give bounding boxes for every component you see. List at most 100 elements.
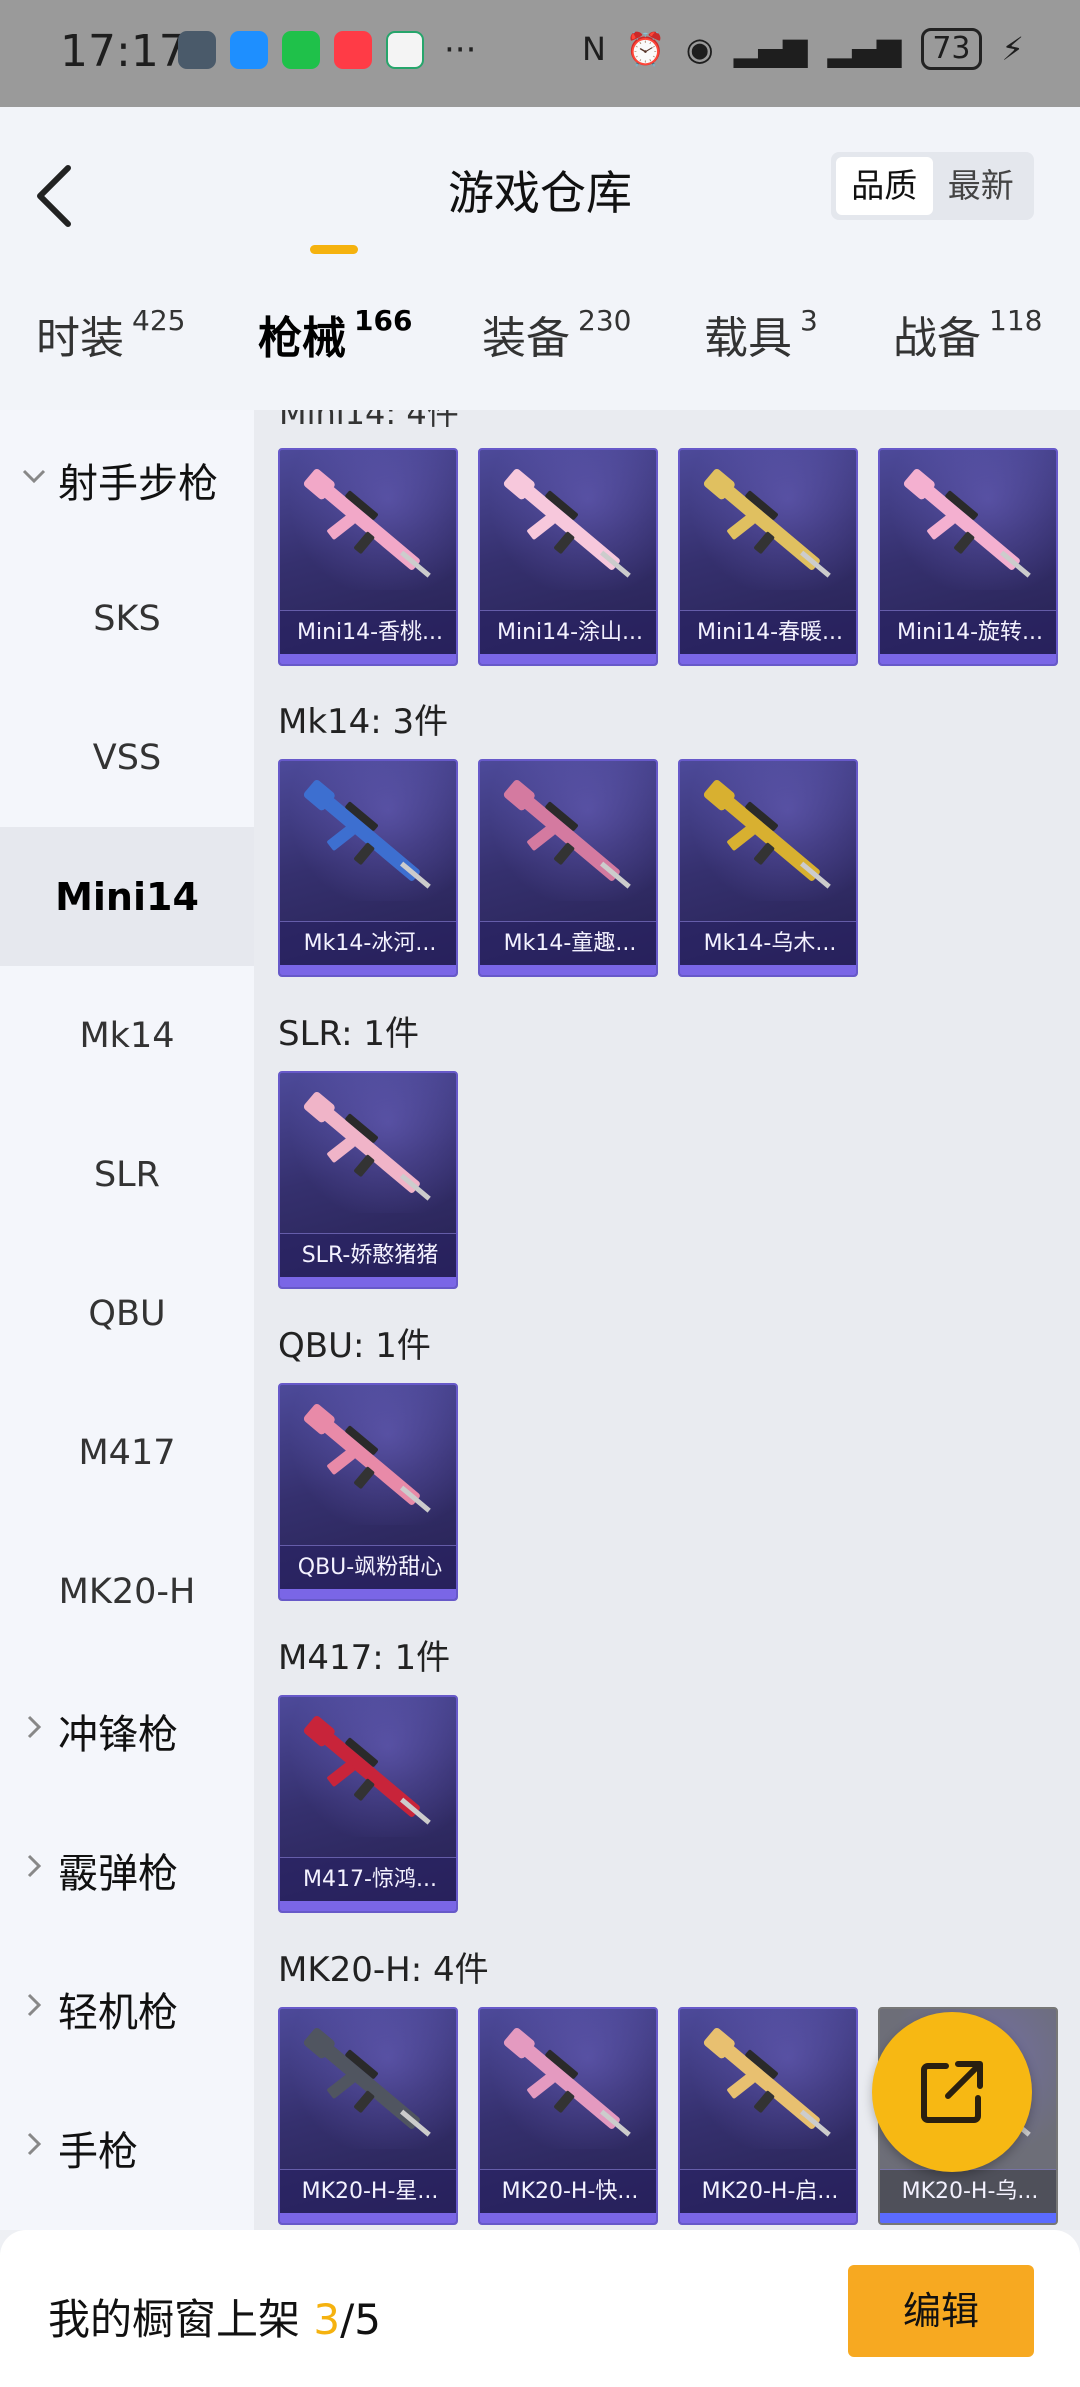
tab-count: 230 [578, 304, 632, 337]
weapon-skin-name: MK20-H-乌... [880, 2169, 1056, 2213]
sidebar-group-shotgun[interactable]: 霰弹枪 [0, 1800, 254, 1939]
weapon-skin-name: Mini14-香桃... [280, 610, 456, 654]
showcase-bar: 我的橱窗上架 3/5 编辑 [0, 2230, 1080, 2387]
tab-equipment[interactable]: 装备 230 [482, 302, 631, 366]
sidebar-group-label: 射手步枪 [58, 460, 218, 507]
weapon-skin-card[interactable]: Mini14-香桃... [278, 448, 458, 666]
signal-icon-2: ▂▄▆ [827, 30, 902, 68]
tab-count: 166 [354, 304, 413, 337]
tab-fashion[interactable]: 时装 425 [36, 302, 185, 366]
quality-bar [480, 2213, 656, 2223]
weapon-skin-card[interactable]: Mk14-冰河... [278, 759, 458, 977]
status-time: 17:17 [60, 26, 187, 77]
tab-vehicles[interactable]: 载具 3 [704, 302, 818, 366]
weapon-type-sidebar: 射手步枪 SKS VSS Mini14 Mk14 SLR QBU M417 MK… [0, 410, 254, 2230]
sidebar-group-label: 冲锋枪 [58, 1711, 178, 1758]
showcase-label: 我的橱窗上架 [48, 2295, 314, 2344]
signal-icon: ▂▄▆ [733, 30, 808, 68]
weapon-image [703, 2028, 831, 2137]
quality-bar [480, 965, 656, 975]
sidebar-group-pistol[interactable]: 手枪 [0, 2078, 254, 2217]
alarm-icon: ⏰ [625, 30, 666, 68]
tab-label: 枪械 [258, 313, 346, 364]
share-button[interactable] [872, 2012, 1032, 2172]
weapon-image [503, 469, 631, 578]
tab-label: 时装 [36, 313, 124, 364]
sidebar-item-qbu[interactable]: QBU [0, 1244, 254, 1383]
red-app-icon [334, 31, 372, 69]
chevron-right-icon [27, 1715, 42, 1739]
showcase-status: 我的橱窗上架 3/5 [48, 2286, 381, 2347]
showcase-total-count: /5 [340, 2295, 381, 2344]
section-title-partial: Mini14: 4件 [279, 410, 459, 432]
showcase-used-count: 3 [313, 2295, 341, 2344]
weapon-skin-card[interactable]: Mini14-旋转... [878, 448, 1058, 666]
battery-indicator: 73 [921, 28, 982, 70]
weapon-skin-name: Mk14-童趣... [480, 921, 656, 965]
sidebar-group-marksman-rifles[interactable]: 射手步枪 [0, 410, 254, 549]
weapon-skin-card[interactable]: QBU-飒粉甜心 [278, 1383, 458, 1601]
weapon-skin-card[interactable]: MK20-H-快... [478, 2007, 658, 2225]
chevron-down-icon [22, 469, 46, 484]
quality-bar [680, 2213, 856, 2223]
weapon-image [703, 469, 831, 578]
section-title: Mk14: 3件 [278, 702, 449, 742]
chevron-right-icon [27, 1993, 42, 2017]
wifi-icon: ◉ [685, 30, 714, 68]
weapon-skin-card[interactable]: Mk14-乌木... [678, 759, 858, 977]
weapon-image [303, 469, 431, 578]
sort-toggle[interactable]: 品质 最新 [831, 152, 1034, 220]
weapon-image [303, 1716, 431, 1825]
tab-count: 118 [989, 304, 1043, 337]
tab-label: 装备 [482, 313, 570, 364]
sidebar-item-m417[interactable]: M417 [0, 1383, 254, 1522]
weapon-skin-card[interactable]: M417-惊鸿... [278, 1695, 458, 1913]
sort-newest-button[interactable]: 最新 [933, 157, 1030, 215]
weapon-skin-name: Mini14-春暖... [680, 610, 856, 654]
quality-bar [680, 965, 856, 975]
weapon-image [903, 469, 1031, 578]
share-external-icon [921, 2061, 983, 2123]
nfc-icon: N [581, 30, 606, 68]
sidebar-item-vss[interactable]: VSS [0, 688, 254, 827]
tab-supplies[interactable]: 战备 118 [893, 302, 1042, 366]
sidebar-item-mk20h[interactable]: MK20-H [0, 1522, 254, 1661]
sidebar-group-label: 霰弹枪 [58, 1850, 178, 1897]
weapon-skin-name: M417-惊鸿... [280, 1857, 456, 1901]
tab-guns[interactable]: 枪械 166 [258, 302, 412, 366]
sidebar-group-label: 轻机枪 [58, 1989, 178, 2036]
mobile-carrier-icon [386, 31, 424, 69]
weapon-skin-card[interactable]: SLR-娇憨猪猪 [278, 1071, 458, 1289]
weapon-skin-card[interactable]: MK20-H-星... [278, 2007, 458, 2225]
quality-bar [280, 1589, 456, 1599]
weapon-image [303, 1404, 431, 1513]
sidebar-item-sks[interactable]: SKS [0, 549, 254, 688]
weapon-skin-card[interactable]: Mk14-童趣... [478, 759, 658, 977]
quality-bar [280, 2213, 456, 2223]
quality-bar [280, 965, 456, 975]
sidebar-group-lmg[interactable]: 轻机枪 [0, 1939, 254, 2078]
weapon-skin-card[interactable]: MK20-H-启... [678, 2007, 858, 2225]
sidebar-group-smg[interactable]: 冲锋枪 [0, 1661, 254, 1800]
weapon-skin-card[interactable]: Mini14-春暖... [678, 448, 858, 666]
quality-bar [280, 1901, 456, 1911]
category-tabs: 时装 425 枪械 166 装备 230 载具 3 战备 118 [0, 302, 1080, 402]
charging-icon: ⚡ [1001, 30, 1024, 68]
sort-quality-button[interactable]: 品质 [836, 157, 933, 215]
weapon-skin-name: Mini14-旋转... [880, 610, 1056, 654]
weapon-skin-card[interactable]: Mini14-涂山... [478, 448, 658, 666]
sidebar-item-mk14[interactable]: Mk14 [0, 966, 254, 1105]
weapon-image [303, 1092, 431, 1201]
section-title: MK20-H: 4件 [278, 1950, 489, 1990]
game-app-icon [178, 31, 216, 69]
quality-bar [880, 654, 1056, 664]
edit-button[interactable]: 编辑 [848, 2265, 1034, 2357]
sidebar-item-mini14[interactable]: Mini14 [0, 827, 254, 966]
message-app-icon [230, 31, 268, 69]
status-notification-icons: ··· [178, 30, 476, 70]
sidebar-group-label: 手枪 [58, 2128, 138, 2175]
sidebar-item-slr[interactable]: SLR [0, 1105, 254, 1244]
status-system-icons: N ⏰ ◉ ▂▄▆ ▂▄▆ 73 ⚡ [582, 28, 1024, 70]
weapon-skin-name: QBU-飒粉甜心 [280, 1545, 456, 1589]
header: 游戏仓库 品质 最新 时装 425 枪械 166 装备 230 载具 3 战备 118 [0, 107, 1080, 410]
